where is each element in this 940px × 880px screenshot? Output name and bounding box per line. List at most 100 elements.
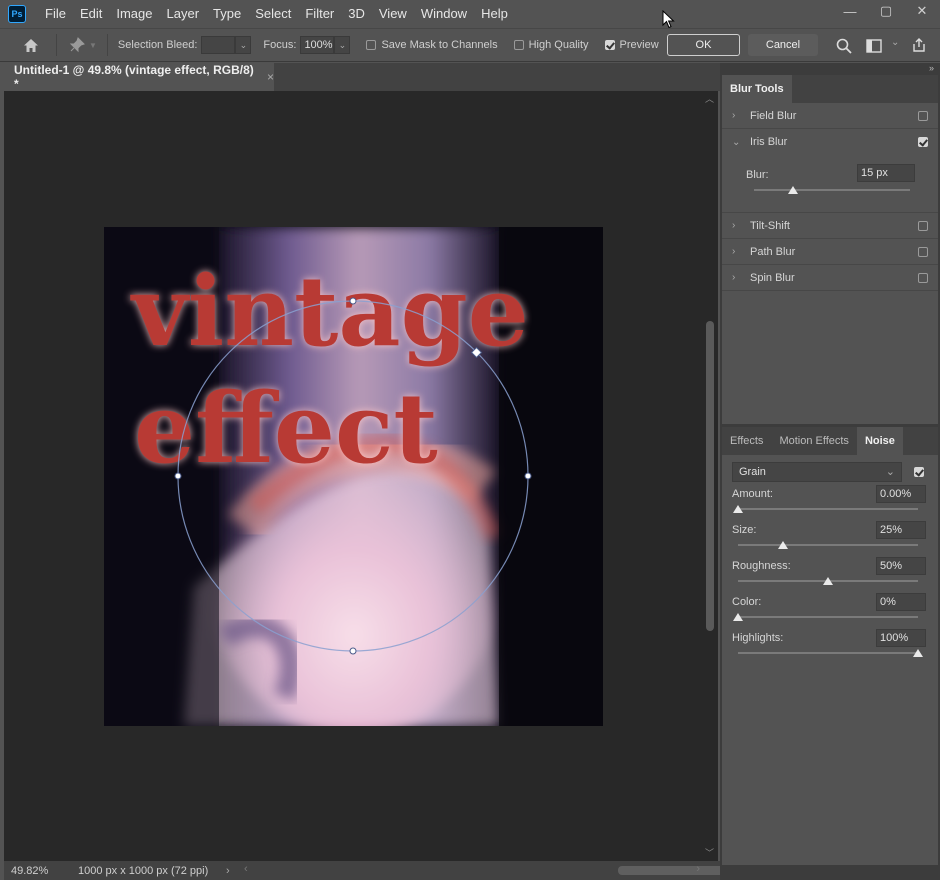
noise-type-value: Grain <box>739 466 766 478</box>
path-blur-row[interactable]: › Path Blur <box>722 239 938 265</box>
scroll-right-icon[interactable]: › <box>696 863 700 875</box>
chevron-right-icon[interactable]: › <box>732 246 742 257</box>
preview-checkbox[interactable]: Preview <box>604 39 659 51</box>
menu-select[interactable]: Select <box>248 0 298 28</box>
highlights-slider-track[interactable] <box>738 652 918 654</box>
size-slider-track[interactable] <box>738 544 918 546</box>
menu-file[interactable]: File <box>38 0 73 28</box>
highlights-field[interactable]: 100% <box>876 629 926 647</box>
pin-tool-button[interactable]: ▼ <box>69 37 97 53</box>
tab-motion-effects[interactable]: Motion Effects <box>771 427 857 455</box>
chevron-right-icon[interactable]: › <box>732 110 742 121</box>
save-mask-checkbox[interactable]: Save Mask to Channels <box>366 39 498 51</box>
iris-handle-right[interactable] <box>524 472 532 480</box>
tab-blur-tools[interactable]: Blur Tools <box>722 75 792 103</box>
home-button[interactable] <box>18 32 44 58</box>
blur-amount-field[interactable]: 15 px <box>857 164 915 182</box>
ok-button[interactable]: OK <box>667 34 740 56</box>
chevron-down-icon[interactable]: ⌄ <box>732 137 742 148</box>
vertical-scroll-thumb[interactable] <box>706 321 714 631</box>
selection-bleed-label: Selection Bleed: <box>117 39 198 51</box>
iris-handle-top[interactable] <box>349 297 357 305</box>
highlights-slider-handle[interactable] <box>913 649 923 657</box>
document-tab[interactable]: Untitled-1 @ 49.8% (vintage effect, RGB/… <box>4 63 274 91</box>
roughness-field[interactable]: 50% <box>876 557 926 575</box>
close-tab-icon[interactable]: × <box>267 70 274 84</box>
chevron-right-icon[interactable]: › <box>732 220 742 231</box>
share-icon[interactable] <box>911 37 927 53</box>
blur-slider-handle[interactable] <box>788 186 798 194</box>
horizontal-scrollbar[interactable]: ‹ › <box>242 861 798 880</box>
size-slider-handle[interactable] <box>778 541 788 549</box>
spin-blur-checkbox[interactable] <box>918 272 928 283</box>
menu-view[interactable]: View <box>372 0 414 28</box>
spin-blur-row[interactable]: › Spin Blur <box>722 265 938 291</box>
size-field[interactable]: 25% <box>876 521 926 539</box>
workspace-icon[interactable] <box>866 39 882 53</box>
chevron-down-icon: ⌄ <box>239 39 248 50</box>
tilt-shift-row[interactable]: › Tilt-Shift <box>722 213 938 239</box>
selection-bleed-field[interactable] <box>201 36 236 54</box>
noise-enabled-checkbox[interactable] <box>914 467 924 477</box>
scroll-up-icon[interactable]: ︿ <box>705 92 714 105</box>
chevron-down-icon[interactable]: ⌄ <box>891 37 899 48</box>
roughness-slider-handle[interactable] <box>823 577 833 585</box>
home-icon <box>24 38 38 52</box>
pin-icon <box>69 37 85 53</box>
color-field[interactable]: 0% <box>876 593 926 611</box>
amount-label: Amount: <box>732 488 773 500</box>
tilt-shift-checkbox[interactable] <box>918 220 928 231</box>
field-blur-row[interactable]: › Field Blur <box>722 103 938 129</box>
iris-blur-checkbox[interactable] <box>918 137 928 147</box>
scroll-down-icon[interactable]: ﹀ <box>705 846 714 859</box>
menu-window[interactable]: Window <box>414 0 474 28</box>
amount-slider-handle[interactable] <box>733 505 743 513</box>
effects-tabs: Effects Motion Effects Noise <box>722 427 938 455</box>
menu-type[interactable]: Type <box>206 0 248 28</box>
blur-slider-track[interactable] <box>754 189 910 191</box>
menu-3d[interactable]: 3D <box>341 0 372 28</box>
scroll-left-icon[interactable]: ‹ <box>244 863 248 875</box>
chevron-down-icon: ⌄ <box>885 466 895 478</box>
minimize-button[interactable]: — <box>832 0 868 22</box>
close-window-button[interactable]: ✕ <box>904 0 940 22</box>
zoom-level[interactable]: 49.82% <box>11 865 48 877</box>
chevron-right-icon[interactable]: › <box>732 272 742 283</box>
tab-noise[interactable]: Noise <box>856 427 903 455</box>
iris-handle-bottom[interactable] <box>349 647 357 655</box>
focus-field[interactable]: 100% <box>300 36 335 54</box>
cancel-button[interactable]: Cancel <box>748 34 818 56</box>
save-mask-box[interactable] <box>366 40 377 50</box>
selection-bleed-dropdown[interactable]: ⌄ <box>235 36 252 54</box>
noise-type-select[interactable]: Grain ⌄ <box>732 462 902 482</box>
path-blur-checkbox[interactable] <box>918 246 928 257</box>
color-slider-track[interactable] <box>738 616 918 618</box>
menu-help[interactable]: Help <box>474 0 515 28</box>
focus-dropdown[interactable]: ⌄ <box>334 36 351 54</box>
amount-slider-track[interactable] <box>738 508 918 510</box>
blur-amount-label: Blur: <box>746 169 769 181</box>
status-menu-icon[interactable]: › <box>226 865 230 877</box>
preview-box[interactable] <box>604 40 615 50</box>
vertical-scrollbar[interactable]: ︿ ﹀ <box>702 91 718 861</box>
menu-image[interactable]: Image <box>109 0 159 28</box>
maximize-button[interactable]: ▢ <box>868 0 904 22</box>
iris-blur-row[interactable]: ⌄ Iris Blur <box>722 129 938 155</box>
artwork-canvas[interactable]: vintage effect vintage effect <box>104 227 603 726</box>
menu-filter[interactable]: Filter <box>298 0 341 28</box>
effects-panel: Effects Motion Effects Noise Grain ⌄ Amo… <box>722 427 938 865</box>
field-blur-checkbox[interactable] <box>918 110 928 121</box>
iris-handle-left[interactable] <box>174 472 182 480</box>
color-slider-handle[interactable] <box>733 613 743 621</box>
tab-effects[interactable]: Effects <box>722 427 771 455</box>
high-quality-checkbox[interactable]: High Quality <box>513 39 589 51</box>
menu-layer[interactable]: Layer <box>160 0 207 28</box>
mouse-cursor-icon <box>662 10 675 29</box>
search-icon[interactable] <box>836 38 852 54</box>
menu-edit[interactable]: Edit <box>73 0 109 28</box>
amount-field[interactable]: 0.00% <box>876 485 926 503</box>
high-quality-box[interactable] <box>513 40 524 50</box>
document-tab-bar: Untitled-1 @ 49.8% (vintage effect, RGB/… <box>4 63 720 91</box>
collapse-panels-icon[interactable]: » <box>929 63 934 73</box>
chevron-down-icon: ▼ <box>89 40 97 50</box>
